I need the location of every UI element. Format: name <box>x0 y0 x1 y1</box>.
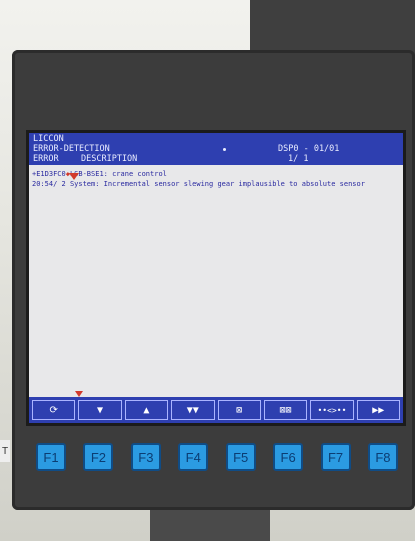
f2-button[interactable]: F2 <box>83 443 114 471</box>
clear-all-icon[interactable]: ⊠⊠ <box>263 400 308 420</box>
error-time: 20:54/ 2 <box>32 180 66 188</box>
error-detail-row: 20:54/ 2 System: Incremental sensor slew… <box>32 179 400 189</box>
arrow-down-icon[interactable]: ▼ <box>78 400 122 420</box>
col-description-header: DESCRIPTION <box>81 154 138 164</box>
refresh-icon[interactable]: ⟳ <box>32 400 76 420</box>
edge-label: T <box>0 440 10 462</box>
f3-button[interactable]: F3 <box>130 443 161 471</box>
fast-forward-icon[interactable]: ▶▶ <box>356 400 400 420</box>
error-message: System: Incremental sensor slewing gear … <box>69 180 365 188</box>
f5-button[interactable]: F5 <box>225 443 256 471</box>
clear-icon[interactable]: ⊠ <box>217 400 261 420</box>
page-id: DSP0 - 01/01 <box>278 144 340 154</box>
col-error-header: ERROR <box>33 154 59 164</box>
display-screen: LICCON ERROR-DETECTION DSP0 - 01/01 ERRO… <box>26 130 406 426</box>
error-module: LSB-BSE1: crane control <box>69 170 167 178</box>
f8-button[interactable]: F8 <box>367 443 398 471</box>
selection-marker-icon <box>69 173 79 180</box>
softkey-bar: ⟳ ▼ ▲ ▼▼ ⊠ ⊠⊠ ••<>•• ▶▶ <box>29 397 403 423</box>
error-row[interactable]: +E1D3FC0◆LSB-BSE1: crane control <box>32 169 400 179</box>
record-counter: 1/ 1 <box>288 154 309 164</box>
function-key-row: F1 F2 F3 F4 F5 F6 F7 F8 <box>36 440 398 474</box>
toggle-icon[interactable]: ••<>•• <box>310 400 354 420</box>
error-code: +E1D3FC0 <box>32 170 66 178</box>
error-list: +E1D3FC0◆LSB-BSE1: crane control 20:54/ … <box>29 165 403 193</box>
arrow-up-icon[interactable]: ▲ <box>124 400 169 420</box>
app-name: LICCON <box>33 134 64 144</box>
f6-button[interactable]: F6 <box>273 443 304 471</box>
screen-header: LICCON ERROR-DETECTION DSP0 - 01/01 ERRO… <box>29 133 403 165</box>
f7-button[interactable]: F7 <box>320 443 351 471</box>
double-down-icon[interactable]: ▼▼ <box>171 400 215 420</box>
f1-button[interactable]: F1 <box>36 443 66 471</box>
status-dot-icon <box>223 148 226 151</box>
f4-button[interactable]: F4 <box>178 443 209 471</box>
screen-title: ERROR-DETECTION <box>33 144 110 154</box>
